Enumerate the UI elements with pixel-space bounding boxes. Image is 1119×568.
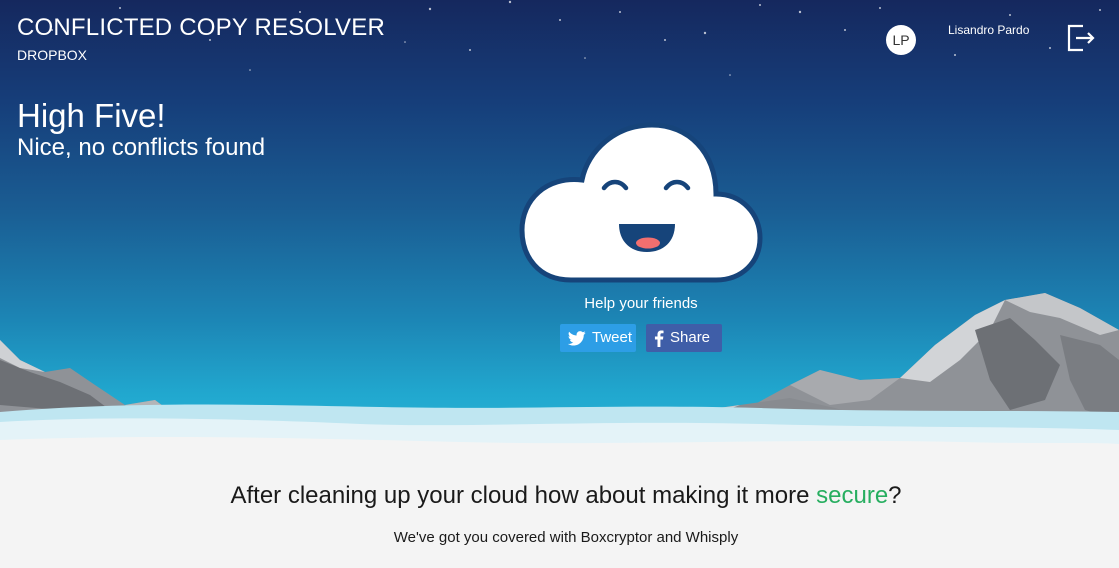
facebook-share-button[interactable]: Share — [646, 324, 722, 352]
user-avatar[interactable]: LP — [886, 25, 916, 55]
tweet-label: Tweet — [592, 329, 633, 346]
promo-subtext: We've got you covered with Boxcryptor an… — [393, 529, 739, 546]
app-title: CONFLICTED COPY RESOLVER — [17, 14, 385, 41]
promo-headline: After cleaning up your cloud how about m… — [0, 482, 1119, 510]
headline: High Five! — [17, 97, 166, 134]
subheadline: Nice, no conflicts found — [17, 134, 266, 161]
logout-icon[interactable] — [1065, 22, 1097, 54]
promo-headline-text: After cleaning up your cloud how about m… — [230, 482, 817, 509]
tweet-button[interactable]: Tweet — [560, 324, 636, 352]
hero-banner: CONFLICTED COPY RESOLVER DROPBOX LP Lisa… — [0, 0, 1119, 465]
promo-headline-end: ? — [888, 482, 902, 509]
help-friends-text: Help your friends — [584, 295, 698, 312]
promo-headline-accent: secure — [816, 482, 889, 509]
twitter-bird-icon — [568, 330, 586, 346]
share-label: Share — [670, 329, 711, 346]
smiling-cloud-icon — [519, 122, 763, 283]
user-name[interactable]: Lisandro Pardo — [948, 23, 1029, 37]
facebook-f-icon — [654, 329, 664, 347]
app-subtitle: DROPBOX — [17, 47, 88, 63]
